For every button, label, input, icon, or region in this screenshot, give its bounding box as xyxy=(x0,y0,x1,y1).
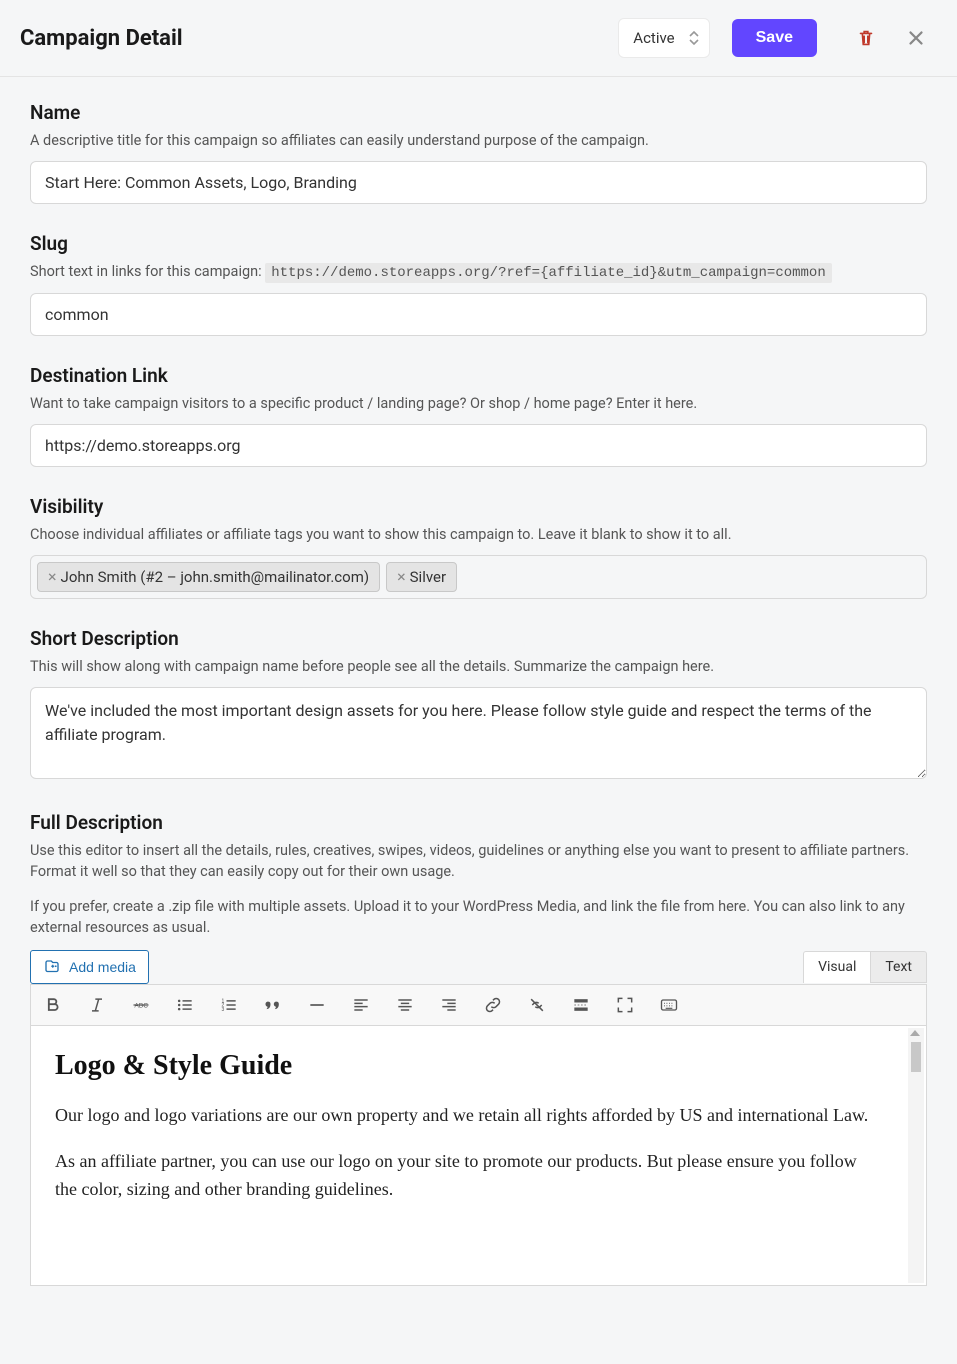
slug-help-prefix: Short text in links for this campaign: xyxy=(30,263,265,280)
align-left-icon xyxy=(351,995,371,1015)
editor-scrollbar[interactable] xyxy=(908,1028,924,1283)
keyboard-icon xyxy=(659,995,679,1015)
status-value: Active xyxy=(633,29,674,47)
full-desc-help2: If you prefer, create a .zip file with m… xyxy=(30,896,927,938)
strikethrough-icon: ABC xyxy=(131,995,151,1015)
destination-input[interactable] xyxy=(30,424,927,467)
bold-button[interactable] xyxy=(41,993,65,1017)
field-short-description: Short Description This will show along w… xyxy=(30,627,927,783)
header: Campaign Detail Active Save xyxy=(0,0,957,77)
readmore-icon xyxy=(571,995,591,1015)
tag-remove-icon[interactable]: × xyxy=(397,569,406,585)
fullscreen-button[interactable] xyxy=(613,993,637,1017)
field-slug: Slug Short text in links for this campai… xyxy=(30,232,927,336)
unlink-button[interactable] xyxy=(525,993,549,1017)
visibility-input[interactable]: ×John Smith (#2 – john.smith@mailinator.… xyxy=(30,555,927,599)
visibility-label: Visibility xyxy=(30,495,927,518)
align-center-button[interactable] xyxy=(393,993,417,1017)
slug-url-example: https://demo.storeapps.org/?ref={affilia… xyxy=(265,263,832,283)
close-button[interactable] xyxy=(901,23,931,53)
trash-icon xyxy=(855,27,877,49)
toolbar-toggle-button[interactable] xyxy=(657,993,681,1017)
fullscreen-icon xyxy=(615,995,635,1015)
short-desc-label: Short Description xyxy=(30,627,927,650)
bullet-list-icon xyxy=(175,995,195,1015)
hr-button[interactable] xyxy=(305,993,329,1017)
name-input[interactable] xyxy=(30,161,927,204)
full-desc-help1: Use this editor to insert all the detail… xyxy=(30,840,927,882)
name-label: Name xyxy=(30,101,927,124)
delete-button[interactable] xyxy=(851,23,881,53)
slug-help: Short text in links for this campaign: h… xyxy=(30,261,927,283)
destination-help: Want to take campaign visitors to a spec… xyxy=(30,393,927,414)
editor-toolbar: ABC 123 xyxy=(30,984,927,1026)
field-visibility: Visibility Choose individual affiliates … xyxy=(30,495,927,599)
visibility-tag[interactable]: ×John Smith (#2 – john.smith@mailinator.… xyxy=(37,562,380,592)
save-button[interactable]: Save xyxy=(732,19,817,57)
full-desc-label: Full Description xyxy=(30,811,927,834)
bold-icon xyxy=(43,995,63,1015)
numbered-list-icon: 123 xyxy=(219,995,239,1015)
readmore-button[interactable] xyxy=(569,993,593,1017)
slug-label: Slug xyxy=(30,232,927,255)
editor-top-bar: Add media Visual Text xyxy=(30,950,927,984)
italic-button[interactable] xyxy=(85,993,109,1017)
visibility-tag[interactable]: ×Silver xyxy=(386,562,457,592)
close-icon xyxy=(905,27,927,49)
blockquote-button[interactable] xyxy=(261,993,285,1017)
editor-content[interactable]: Logo & Style Guide Our logo and logo var… xyxy=(30,1026,927,1286)
media-icon xyxy=(43,958,61,976)
field-full-description: Full Description Use this editor to inse… xyxy=(30,811,927,938)
tab-text[interactable]: Text xyxy=(871,951,927,983)
link-button[interactable] xyxy=(481,993,505,1017)
numbered-list-button[interactable]: 123 xyxy=(217,993,241,1017)
name-help: A descriptive title for this campaign so… xyxy=(30,130,927,151)
content-heading: Logo & Style Guide xyxy=(55,1050,882,1082)
italic-icon xyxy=(87,995,107,1015)
svg-text:3: 3 xyxy=(222,1007,225,1013)
tab-visual[interactable]: Visual xyxy=(803,951,871,983)
align-left-button[interactable] xyxy=(349,993,373,1017)
link-icon xyxy=(483,995,503,1015)
page-title: Campaign Detail xyxy=(20,26,183,51)
strikethrough-button[interactable]: ABC xyxy=(129,993,153,1017)
field-name: Name A descriptive title for this campai… xyxy=(30,101,927,204)
slug-input[interactable] xyxy=(30,293,927,336)
short-desc-input[interactable] xyxy=(30,687,927,779)
editor-tabs: Visual Text xyxy=(803,951,927,983)
add-media-button[interactable]: Add media xyxy=(30,950,149,984)
chevron-updown-icon xyxy=(689,31,699,45)
unlink-icon xyxy=(527,995,547,1015)
field-destination: Destination Link Want to take campaign v… xyxy=(30,364,927,467)
visibility-help: Choose individual affiliates or affiliat… xyxy=(30,524,927,545)
bullet-list-button[interactable] xyxy=(173,993,197,1017)
destination-label: Destination Link xyxy=(30,364,927,387)
align-right-icon xyxy=(439,995,459,1015)
content-paragraph: Our logo and logo variations are our own… xyxy=(55,1102,882,1130)
content-paragraph: As an affiliate partner, you can use our… xyxy=(55,1148,882,1204)
align-right-button[interactable] xyxy=(437,993,461,1017)
quote-icon xyxy=(263,995,283,1015)
svg-text:ABC: ABC xyxy=(134,1003,148,1010)
tag-remove-icon[interactable]: × xyxy=(48,569,57,585)
hr-icon xyxy=(307,995,327,1015)
align-center-icon xyxy=(395,995,415,1015)
status-select[interactable]: Active xyxy=(618,18,709,58)
short-desc-help: This will show along with campaign name … xyxy=(30,656,927,677)
